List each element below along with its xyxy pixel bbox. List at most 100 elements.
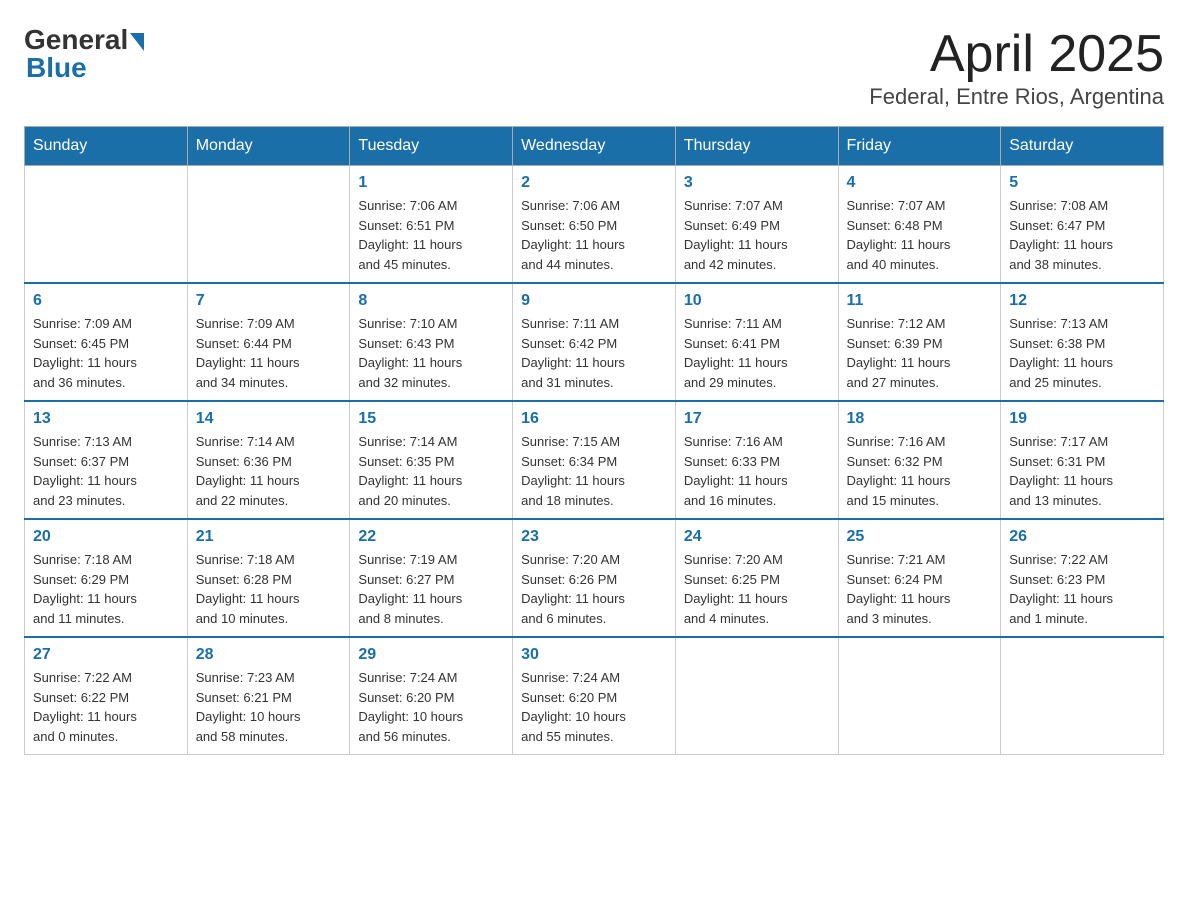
day-number: 4: [847, 174, 993, 192]
logo: General Blue: [24, 24, 144, 84]
calendar-day-cell: 19 Sunrise: 7:17 AMSunset: 6:31 PMDayligh…: [1001, 401, 1164, 519]
page-header: General Blue April 2025 Federal, Entre R…: [24, 24, 1164, 110]
day-number: 17: [684, 410, 830, 428]
calendar-day-cell: [1001, 637, 1164, 755]
day-info: Sunrise: 7:14 AMSunset: 6:35 PMDaylight:…: [358, 432, 504, 510]
day-number: 30: [521, 646, 667, 664]
logo-arrow-icon: [130, 33, 144, 51]
day-info: Sunrise: 7:11 AMSunset: 6:41 PMDaylight:…: [684, 314, 830, 392]
day-number: 27: [33, 646, 179, 664]
calendar-day-cell: [838, 637, 1001, 755]
page-subtitle: Federal, Entre Rios, Argentina: [869, 84, 1164, 110]
day-info: Sunrise: 7:06 AMSunset: 6:51 PMDaylight:…: [358, 196, 504, 274]
day-number: 6: [33, 292, 179, 310]
day-number: 5: [1009, 174, 1155, 192]
day-number: 23: [521, 528, 667, 546]
calendar-week-row: 13Sunrise: 7:13 AMSunset: 6:37 PMDayligh…: [25, 401, 1164, 519]
day-info: Sunrise: 7:10 AMSunset: 6:43 PMDaylight:…: [358, 314, 504, 392]
calendar-day-cell: 27Sunrise: 7:22 AMSunset: 6:22 PMDayligh…: [25, 637, 188, 755]
calendar-day-cell: 7Sunrise: 7:09 AMSunset: 6:44 PMDaylight…: [187, 283, 350, 401]
calendar-day-cell: 5 Sunrise: 7:08 AMSunset: 6:47 PMDaylight…: [1001, 166, 1164, 284]
day-number: 29: [358, 646, 504, 664]
day-info: Sunrise: 7:20 AMSunset: 6:25 PMDaylight:…: [684, 550, 830, 628]
day-info: Sunrise: 7:23 AMSunset: 6:21 PMDaylight:…: [196, 668, 342, 746]
day-info: Sunrise: 7:13 AMSunset: 6:38 PMDaylight:…: [1009, 314, 1155, 392]
calendar-header-cell: Saturday: [1001, 127, 1164, 166]
day-number: 25: [847, 528, 993, 546]
calendar-day-cell: 13Sunrise: 7:13 AMSunset: 6:37 PMDayligh…: [25, 401, 188, 519]
calendar-day-cell: 2 Sunrise: 7:06 AMSunset: 6:50 PMDaylight…: [513, 166, 676, 284]
calendar-day-cell: 3 Sunrise: 7:07 AMSunset: 6:49 PMDaylight…: [675, 166, 838, 284]
calendar-day-cell: 6 Sunrise: 7:09 AMSunset: 6:45 PMDaylight…: [25, 283, 188, 401]
day-info: Sunrise: 7:15 AMSunset: 6:34 PMDaylight:…: [521, 432, 667, 510]
day-info: Sunrise: 7:18 AMSunset: 6:28 PMDaylight:…: [196, 550, 342, 628]
day-number: 20: [33, 528, 179, 546]
calendar-day-cell: [25, 166, 188, 284]
calendar-header-cell: Wednesday: [513, 127, 676, 166]
day-number: 28: [196, 646, 342, 664]
calendar-day-cell: 16 Sunrise: 7:15 AMSunset: 6:34 PMDayligh…: [513, 401, 676, 519]
calendar-day-cell: 22 Sunrise: 7:19 AMSunset: 6:27 PMDayligh…: [350, 519, 513, 637]
day-number: 21: [196, 528, 342, 546]
day-number: 2: [521, 174, 667, 192]
calendar-day-cell: 15Sunrise: 7:14 AMSunset: 6:35 PMDayligh…: [350, 401, 513, 519]
day-number: 26: [1009, 528, 1155, 546]
calendar-week-row: 1 Sunrise: 7:06 AMSunset: 6:51 PMDaylight…: [25, 166, 1164, 284]
day-info: Sunrise: 7:12 AMSunset: 6:39 PMDaylight:…: [847, 314, 993, 392]
day-info: Sunrise: 7:24 AMSunset: 6:20 PMDaylight:…: [358, 668, 504, 746]
day-info: Sunrise: 7:21 AMSunset: 6:24 PMDaylight:…: [847, 550, 993, 628]
calendar-day-cell: 11 Sunrise: 7:12 AMSunset: 6:39 PMDayligh…: [838, 283, 1001, 401]
day-number: 18: [847, 410, 993, 428]
calendar-day-cell: 10 Sunrise: 7:11 AMSunset: 6:41 PMDayligh…: [675, 283, 838, 401]
day-number: 13: [33, 410, 179, 428]
day-number: 11: [847, 292, 993, 310]
day-number: 24: [684, 528, 830, 546]
calendar-day-cell: 29 Sunrise: 7:24 AMSunset: 6:20 PMDayligh…: [350, 637, 513, 755]
calendar-header-cell: Thursday: [675, 127, 838, 166]
day-number: 3: [684, 174, 830, 192]
calendar-day-cell: 18 Sunrise: 7:16 AMSunset: 6:32 PMDayligh…: [838, 401, 1001, 519]
calendar-day-cell: 28 Sunrise: 7:23 AMSunset: 6:21 PMDayligh…: [187, 637, 350, 755]
day-info: Sunrise: 7:17 AMSunset: 6:31 PMDaylight:…: [1009, 432, 1155, 510]
day-info: Sunrise: 7:09 AMSunset: 6:44 PMDaylight:…: [196, 314, 342, 392]
day-info: Sunrise: 7:06 AMSunset: 6:50 PMDaylight:…: [521, 196, 667, 274]
title-block: April 2025 Federal, Entre Rios, Argentin…: [869, 24, 1164, 110]
calendar-day-cell: 25 Sunrise: 7:21 AMSunset: 6:24 PMDayligh…: [838, 519, 1001, 637]
day-info: Sunrise: 7:19 AMSunset: 6:27 PMDaylight:…: [358, 550, 504, 628]
day-number: 22: [358, 528, 504, 546]
calendar-day-cell: 24 Sunrise: 7:20 AMSunset: 6:25 PMDayligh…: [675, 519, 838, 637]
calendar-day-cell: 20 Sunrise: 7:18 AMSunset: 6:29 PMDayligh…: [25, 519, 188, 637]
day-info: Sunrise: 7:08 AMSunset: 6:47 PMDaylight:…: [1009, 196, 1155, 274]
day-info: Sunrise: 7:14 AMSunset: 6:36 PMDaylight:…: [196, 432, 342, 510]
calendar-day-cell: 30 Sunrise: 7:24 AMSunset: 6:20 PMDayligh…: [513, 637, 676, 755]
day-number: 16: [521, 410, 667, 428]
day-number: 19: [1009, 410, 1155, 428]
calendar-day-cell: 4 Sunrise: 7:07 AMSunset: 6:48 PMDaylight…: [838, 166, 1001, 284]
calendar-header-cell: Friday: [838, 127, 1001, 166]
calendar-header-cell: Monday: [187, 127, 350, 166]
day-info: Sunrise: 7:20 AMSunset: 6:26 PMDaylight:…: [521, 550, 667, 628]
logo-blue-text: Blue: [24, 52, 87, 84]
calendar-header-cell: Tuesday: [350, 127, 513, 166]
day-number: 9: [521, 292, 667, 310]
calendar-day-cell: 8 Sunrise: 7:10 AMSunset: 6:43 PMDaylight…: [350, 283, 513, 401]
calendar-day-cell: 12 Sunrise: 7:13 AMSunset: 6:38 PMDayligh…: [1001, 283, 1164, 401]
day-number: 14: [196, 410, 342, 428]
calendar-day-cell: [187, 166, 350, 284]
day-info: Sunrise: 7:18 AMSunset: 6:29 PMDaylight:…: [33, 550, 179, 628]
calendar-header-cell: Sunday: [25, 127, 188, 166]
day-info: Sunrise: 7:07 AMSunset: 6:48 PMDaylight:…: [847, 196, 993, 274]
day-number: 8: [358, 292, 504, 310]
calendar-day-cell: 17Sunrise: 7:16 AMSunset: 6:33 PMDayligh…: [675, 401, 838, 519]
day-info: Sunrise: 7:24 AMSunset: 6:20 PMDaylight:…: [521, 668, 667, 746]
calendar-header-row: SundayMondayTuesdayWednesdayThursdayFrid…: [25, 127, 1164, 166]
calendar-day-cell: 21 Sunrise: 7:18 AMSunset: 6:28 PMDayligh…: [187, 519, 350, 637]
day-info: Sunrise: 7:09 AMSunset: 6:45 PMDaylight:…: [33, 314, 179, 392]
day-number: 1: [358, 174, 504, 192]
day-info: Sunrise: 7:07 AMSunset: 6:49 PMDaylight:…: [684, 196, 830, 274]
day-number: 12: [1009, 292, 1155, 310]
calendar-week-row: 20 Sunrise: 7:18 AMSunset: 6:29 PMDayligh…: [25, 519, 1164, 637]
day-number: 10: [684, 292, 830, 310]
calendar-day-cell: 26Sunrise: 7:22 AMSunset: 6:23 PMDayligh…: [1001, 519, 1164, 637]
day-info: Sunrise: 7:16 AMSunset: 6:32 PMDaylight:…: [847, 432, 993, 510]
